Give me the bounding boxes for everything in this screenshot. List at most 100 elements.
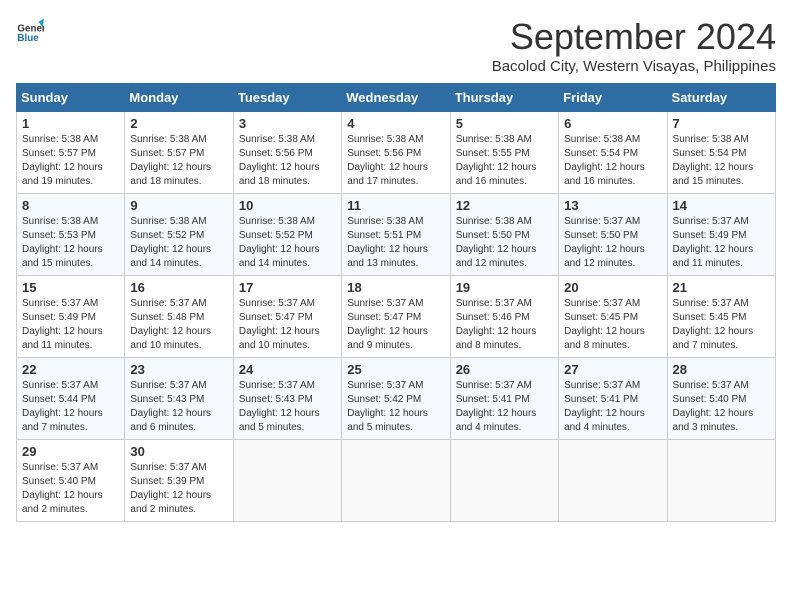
calendar-title: September 2024 [492, 16, 776, 58]
calendar-cell: 27Sunrise: 5:37 AM Sunset: 5:41 PM Dayli… [559, 358, 667, 440]
day-number: 14 [673, 198, 770, 213]
calendar-week-row-4: 22 Sunrise: 5:37 AM Sunset: 5:44 PM Dayli… [17, 358, 776, 440]
weekday-header-tuesday: Tuesday [233, 84, 341, 112]
day-info: Sunrise: 5:38 AM Sunset: 5:54 PM Dayligh… [564, 133, 661, 189]
calendar-cell: 16Sunrise: 5:37 AM Sunset: 5:48 PM Dayli… [125, 276, 233, 358]
calendar-cell [667, 440, 775, 522]
day-info: Sunrise: 5:38 AM Sunset: 5:52 PM Dayligh… [130, 215, 227, 271]
calendar-cell: 25 Sunrise: 5:37 AM Sunset: 5:42 PM Dayli… [342, 358, 450, 440]
day-number: 18 [347, 280, 444, 295]
day-number: 19 [456, 280, 553, 295]
day-info: Sunrise: 5:37 AM Sunset: 5:42 PM Dayligh… [347, 379, 444, 435]
logo-icon: General Blue [16, 16, 44, 44]
calendar-week-row-1: 1 Sunrise: 5:38 AM Sunset: 5:57 PM Daylig… [17, 112, 776, 194]
calendar-cell: 1 Sunrise: 5:38 AM Sunset: 5:57 PM Daylig… [17, 112, 125, 194]
day-number: 7 [673, 116, 770, 131]
calendar-cell: 23 Sunrise: 5:37 AM Sunset: 5:43 PM Dayli… [125, 358, 233, 440]
weekday-header-monday: Monday [125, 84, 233, 112]
calendar-cell: 17Sunrise: 5:37 AM Sunset: 5:47 PM Dayli… [233, 276, 341, 358]
day-number: 15 [22, 280, 119, 295]
day-info: Sunrise: 5:37 AM Sunset: 5:41 PM Dayligh… [456, 379, 553, 435]
day-info: Sunrise: 5:37 AM Sunset: 5:40 PM Dayligh… [22, 461, 119, 517]
logo: General Blue [16, 16, 44, 44]
calendar-cell: 18 Sunrise: 5:37 AM Sunset: 5:47 PM Dayli… [342, 276, 450, 358]
calendar-cell: 14 Sunrise: 5:37 AM Sunset: 5:49 PM Dayli… [667, 194, 775, 276]
day-number: 25 [347, 362, 444, 377]
day-info: Sunrise: 5:38 AM Sunset: 5:57 PM Dayligh… [130, 133, 227, 189]
calendar-subtitle: Bacolod City, Western Visayas, Philippin… [492, 58, 776, 75]
day-number: 21 [673, 280, 770, 295]
day-number: 12 [456, 198, 553, 213]
day-info: Sunrise: 5:37 AM Sunset: 5:47 PM Dayligh… [347, 297, 444, 353]
day-number: 6 [564, 116, 661, 131]
day-number: 13 [564, 198, 661, 213]
day-info: Sunrise: 5:38 AM Sunset: 5:55 PM Dayligh… [456, 133, 553, 189]
day-number: 29 [22, 444, 119, 459]
calendar-cell: 3Sunrise: 5:38 AM Sunset: 5:56 PM Daylig… [233, 112, 341, 194]
day-number: 5 [456, 116, 553, 131]
day-number: 22 [22, 362, 119, 377]
day-info: Sunrise: 5:38 AM Sunset: 5:57 PM Dayligh… [22, 133, 119, 189]
day-info: Sunrise: 5:38 AM Sunset: 5:56 PM Dayligh… [239, 133, 336, 189]
calendar-cell: 28 Sunrise: 5:37 AM Sunset: 5:40 PM Dayli… [667, 358, 775, 440]
calendar-cell: 12 Sunrise: 5:38 AM Sunset: 5:50 PM Dayli… [450, 194, 558, 276]
day-number: 11 [347, 198, 444, 213]
day-info: Sunrise: 5:37 AM Sunset: 5:46 PM Dayligh… [456, 297, 553, 353]
day-number: 16 [130, 280, 227, 295]
calendar-cell: 4 Sunrise: 5:38 AM Sunset: 5:56 PM Daylig… [342, 112, 450, 194]
day-info: Sunrise: 5:37 AM Sunset: 5:49 PM Dayligh… [22, 297, 119, 353]
day-number: 1 [22, 116, 119, 131]
calendar-cell: 6 Sunrise: 5:38 AM Sunset: 5:54 PM Daylig… [559, 112, 667, 194]
day-info: Sunrise: 5:37 AM Sunset: 5:49 PM Dayligh… [673, 215, 770, 271]
day-number: 20 [564, 280, 661, 295]
calendar-table: SundayMondayTuesdayWednesdayThursdayFrid… [16, 83, 776, 522]
day-number: 8 [22, 198, 119, 213]
day-info: Sunrise: 5:37 AM Sunset: 5:45 PM Dayligh… [564, 297, 661, 353]
day-number: 4 [347, 116, 444, 131]
day-info: Sunrise: 5:37 AM Sunset: 5:40 PM Dayligh… [673, 379, 770, 435]
calendar-cell: 24 Sunrise: 5:37 AM Sunset: 5:43 PM Dayli… [233, 358, 341, 440]
weekday-header-wednesday: Wednesday [342, 84, 450, 112]
title-block: September 2024 Bacolod City, Western Vis… [492, 16, 776, 75]
calendar-week-row-3: 15 Sunrise: 5:37 AM Sunset: 5:49 PM Dayli… [17, 276, 776, 358]
day-number: 26 [456, 362, 553, 377]
calendar-cell: 13Sunrise: 5:37 AM Sunset: 5:50 PM Dayli… [559, 194, 667, 276]
svg-text:Blue: Blue [17, 33, 39, 44]
weekday-header-friday: Friday [559, 84, 667, 112]
day-info: Sunrise: 5:37 AM Sunset: 5:45 PM Dayligh… [673, 297, 770, 353]
day-info: Sunrise: 5:38 AM Sunset: 5:52 PM Dayligh… [239, 215, 336, 271]
day-info: Sunrise: 5:38 AM Sunset: 5:56 PM Dayligh… [347, 133, 444, 189]
day-info: Sunrise: 5:38 AM Sunset: 5:50 PM Dayligh… [456, 215, 553, 271]
day-number: 2 [130, 116, 227, 131]
day-info: Sunrise: 5:38 AM Sunset: 5:51 PM Dayligh… [347, 215, 444, 271]
page-header: General Blue September 2024 Bacolod City… [16, 16, 776, 75]
calendar-cell: 5 Sunrise: 5:38 AM Sunset: 5:55 PM Daylig… [450, 112, 558, 194]
day-info: Sunrise: 5:38 AM Sunset: 5:53 PM Dayligh… [22, 215, 119, 271]
day-number: 10 [239, 198, 336, 213]
weekday-header-sunday: Sunday [17, 84, 125, 112]
day-info: Sunrise: 5:37 AM Sunset: 5:47 PM Dayligh… [239, 297, 336, 353]
weekday-header-thursday: Thursday [450, 84, 558, 112]
calendar-cell [559, 440, 667, 522]
calendar-cell: 21 Sunrise: 5:37 AM Sunset: 5:45 PM Dayli… [667, 276, 775, 358]
day-info: Sunrise: 5:37 AM Sunset: 5:44 PM Dayligh… [22, 379, 119, 435]
calendar-cell: 11 Sunrise: 5:38 AM Sunset: 5:51 PM Dayli… [342, 194, 450, 276]
calendar-cell [342, 440, 450, 522]
weekday-header-row: SundayMondayTuesdayWednesdayThursdayFrid… [17, 84, 776, 112]
day-number: 30 [130, 444, 227, 459]
day-number: 23 [130, 362, 227, 377]
calendar-cell: 30Sunrise: 5:37 AM Sunset: 5:39 PM Dayli… [125, 440, 233, 522]
calendar-cell: 19 Sunrise: 5:37 AM Sunset: 5:46 PM Dayli… [450, 276, 558, 358]
calendar-cell: 8 Sunrise: 5:38 AM Sunset: 5:53 PM Daylig… [17, 194, 125, 276]
day-info: Sunrise: 5:37 AM Sunset: 5:43 PM Dayligh… [239, 379, 336, 435]
calendar-cell: 26 Sunrise: 5:37 AM Sunset: 5:41 PM Dayli… [450, 358, 558, 440]
calendar-week-row-2: 8 Sunrise: 5:38 AM Sunset: 5:53 PM Daylig… [17, 194, 776, 276]
calendar-cell [233, 440, 341, 522]
day-number: 27 [564, 362, 661, 377]
day-info: Sunrise: 5:37 AM Sunset: 5:43 PM Dayligh… [130, 379, 227, 435]
calendar-cell: 22 Sunrise: 5:37 AM Sunset: 5:44 PM Dayli… [17, 358, 125, 440]
day-number: 28 [673, 362, 770, 377]
day-number: 24 [239, 362, 336, 377]
calendar-cell: 10 Sunrise: 5:38 AM Sunset: 5:52 PM Dayli… [233, 194, 341, 276]
calendar-cell: 29 Sunrise: 5:37 AM Sunset: 5:40 PM Dayli… [17, 440, 125, 522]
